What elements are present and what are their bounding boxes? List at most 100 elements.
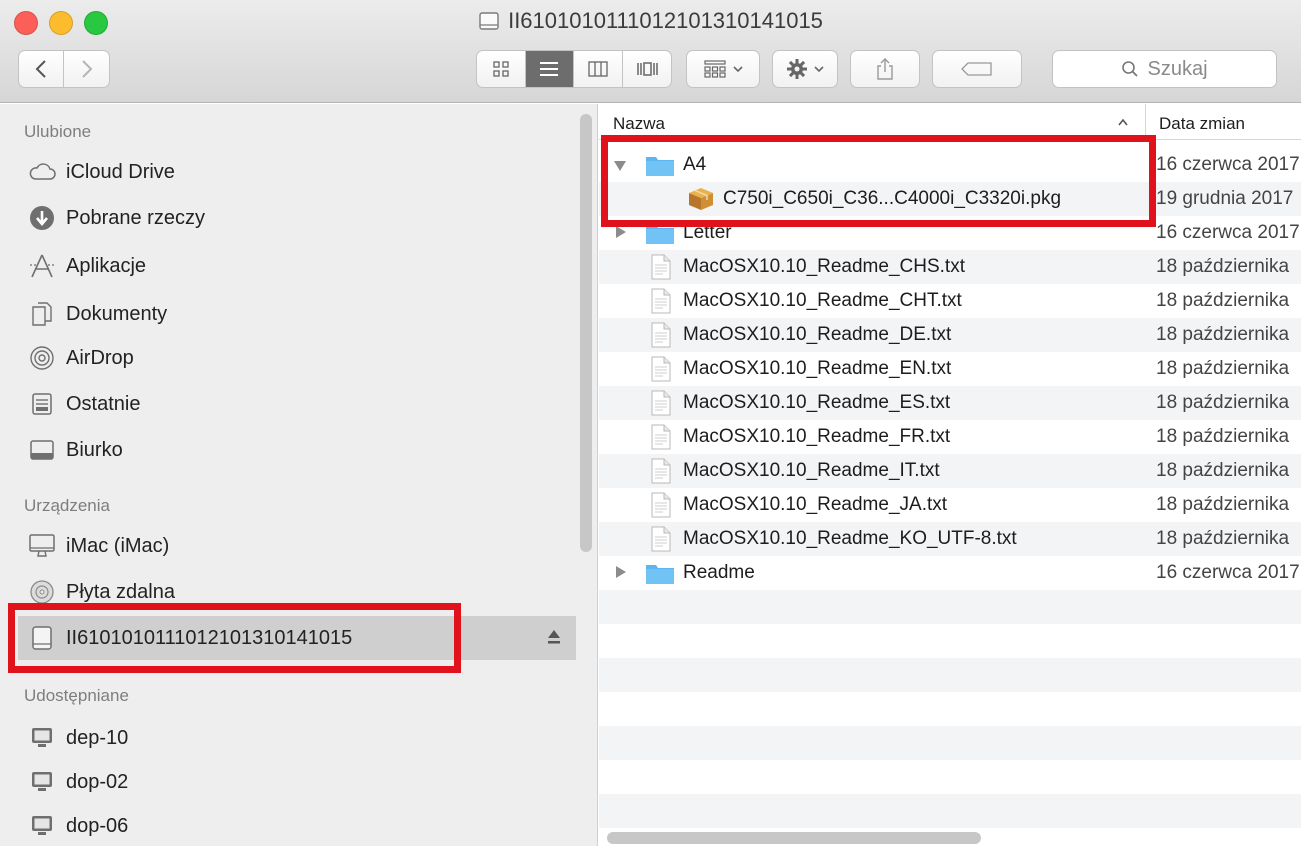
view-mode-control <box>476 50 672 88</box>
sidebar-item-desktop[interactable]: Biurko <box>28 430 123 470</box>
package-icon <box>689 188 713 210</box>
airdrop-icon <box>28 344 56 372</box>
disclosure-collapsed-icon[interactable] <box>616 566 626 578</box>
back-button[interactable] <box>19 51 65 87</box>
grid-icon <box>493 61 509 77</box>
file-name: MacOSX10.10_Readme_EN.txt <box>683 358 952 379</box>
table-row[interactable]: MacOSX10.10_Readme_DE.txt 18 październik… <box>599 318 1301 352</box>
sidebar-item-applications[interactable]: Aplikacje <box>28 246 146 286</box>
chevron-down-icon <box>733 66 743 73</box>
disc-icon <box>28 578 56 606</box>
arrange-button[interactable] <box>686 50 760 88</box>
file-date: 18 października <box>1156 460 1290 481</box>
table-row[interactable]: C750i_C650i_C36...C4000i_C3320i.pkg 19 g… <box>599 182 1301 216</box>
forward-button[interactable] <box>64 51 109 87</box>
sidebar-item-label: II6101010111012101310141015 <box>66 626 353 649</box>
sidebar: Ulubione iCloud Drive Pobrane rzeczy Apl… <box>0 104 598 846</box>
search-placeholder: Szukaj <box>1147 57 1208 80</box>
sidebar-item-imac[interactable]: iMac (iMac) <box>28 526 169 566</box>
file-name: MacOSX10.10_Readme_IT.txt <box>683 460 940 481</box>
file-name: Readme <box>683 562 755 583</box>
file-date: 18 października <box>1156 426 1290 447</box>
sidebar-item-label: dop-02 <box>66 770 129 793</box>
text-file-icon <box>651 390 671 416</box>
file-name: MacOSX10.10_Readme_CHS.txt <box>683 256 965 277</box>
action-button[interactable] <box>772 50 838 88</box>
disclosure-expanded-icon[interactable] <box>614 161 626 171</box>
file-date: 16 czerwca 2017 <box>1156 222 1300 243</box>
table-row[interactable]: Letter 16 czerwca 2017 <box>599 216 1301 250</box>
file-name: A4 <box>683 154 707 175</box>
sidebar-item-label: Dokumenty <box>66 302 168 325</box>
file-list: Nazwa Data zmian A4 16 czerwca 2017 C750… <box>599 104 1301 846</box>
sidebar-item-dop-02[interactable]: dop-02 <box>28 762 128 802</box>
list-icon <box>540 62 559 76</box>
icon-view-button[interactable] <box>477 51 526 87</box>
disclosure-collapsed-icon[interactable] <box>616 226 626 238</box>
sidebar-item-label: iMac (iMac) <box>66 534 170 557</box>
list-view-button[interactable] <box>525 51 574 87</box>
sidebar-item-label: Pobrane rzeczy <box>66 206 205 229</box>
documents-icon <box>28 300 56 328</box>
sidebar-item-downloads[interactable]: Pobrane rzeczy <box>28 198 205 238</box>
table-row[interactable]: MacOSX10.10_Readme_IT.txt 18 październik… <box>599 454 1301 488</box>
share-button[interactable] <box>850 50 920 88</box>
sidebar-item-airdrop[interactable]: AirDrop <box>28 338 134 378</box>
column-header: Nazwa Data zmian <box>599 104 1301 140</box>
column-divider[interactable] <box>1145 104 1146 140</box>
file-date: 16 czerwca 2017 <box>1156 562 1300 583</box>
search-field[interactable]: Szukaj <box>1052 50 1277 88</box>
sidebar-item-icloud-drive[interactable]: iCloud Drive <box>28 152 175 192</box>
sidebar-item-recents[interactable]: Ostatnie <box>28 384 140 424</box>
column-view-button[interactable] <box>574 51 623 87</box>
table-row[interactable]: MacOSX10.10_Readme_CHT.txt 18 październi… <box>599 284 1301 318</box>
file-name: MacOSX10.10_Readme_JA.txt <box>683 494 948 515</box>
sidebar-section-favorites: Ulubione <box>24 122 92 141</box>
column-name-header[interactable]: Nazwa <box>613 114 665 134</box>
file-date: 18 października <box>1156 494 1290 515</box>
table-row[interactable]: MacOSX10.10_Readme_FR.txt 18 październik… <box>599 420 1301 454</box>
gallery-view-button[interactable] <box>623 51 672 87</box>
sidebar-section-devices: Urządzenia <box>24 496 110 515</box>
sidebar-item-label: dop-06 <box>66 814 129 837</box>
file-date: 19 grudnia 2017 <box>1156 188 1294 209</box>
sidebar-item-documents[interactable]: Dokumenty <box>28 294 167 334</box>
file-date: 18 października <box>1156 528 1290 549</box>
text-file-icon <box>651 526 671 552</box>
table-row[interactable]: MacOSX10.10_Readme_KO_UTF-8.txt 18 paźdz… <box>599 522 1301 556</box>
text-file-icon <box>651 356 671 382</box>
window-title-text: II6101010111012101310141015 <box>508 8 823 33</box>
file-name: Letter <box>683 222 732 243</box>
sidebar-item-label: Ostatnie <box>66 392 141 415</box>
table-row[interactable]: A4 16 czerwca 2017 <box>599 148 1301 182</box>
sidebar-scrollbar[interactable] <box>580 114 592 552</box>
sidebar-item-label: dep-10 <box>66 726 129 749</box>
sidebar-item-dep-10[interactable]: dep-10 <box>28 718 128 758</box>
monitor-icon <box>28 724 56 752</box>
table-row[interactable]: Readme 16 czerwca 2017 <box>599 556 1301 590</box>
apps-icon <box>28 252 56 280</box>
tags-button[interactable] <box>932 50 1022 88</box>
file-name: MacOSX10.10_Readme_ES.txt <box>683 392 951 413</box>
table-row[interactable]: MacOSX10.10_Readme_JA.txt 18 październik… <box>599 488 1301 522</box>
arrange-grid-icon <box>704 60 726 78</box>
sidebar-item-selected-drive[interactable]: II6101010111012101310141015 <box>28 618 352 658</box>
table-row[interactable]: MacOSX10.10_Readme_EN.txt 18 październik… <box>599 352 1301 386</box>
text-file-icon <box>651 492 671 518</box>
sidebar-item-remote-disc[interactable]: Płyta zdalna <box>28 572 175 612</box>
table-row[interactable]: MacOSX10.10_Readme_ES.txt 18 październik… <box>599 386 1301 420</box>
cover-flow-icon <box>637 62 658 76</box>
table-row[interactable]: MacOSX10.10_Readme_CHS.txt 18 październi… <box>599 250 1301 284</box>
columns-icon <box>588 61 608 77</box>
text-file-icon <box>651 254 671 280</box>
gear-icon <box>787 59 807 79</box>
sidebar-item-dop-06[interactable]: dop-06 <box>28 806 128 846</box>
eject-icon[interactable] <box>546 626 562 648</box>
monitor-icon <box>28 812 56 840</box>
sidebar-item-label: Płyta zdalna <box>66 580 175 603</box>
cloud-icon <box>28 158 56 186</box>
column-date-header[interactable]: Data zmian <box>1159 114 1245 134</box>
drive-icon <box>28 624 56 652</box>
horizontal-scrollbar[interactable] <box>607 832 981 844</box>
empty-row <box>599 794 1301 828</box>
